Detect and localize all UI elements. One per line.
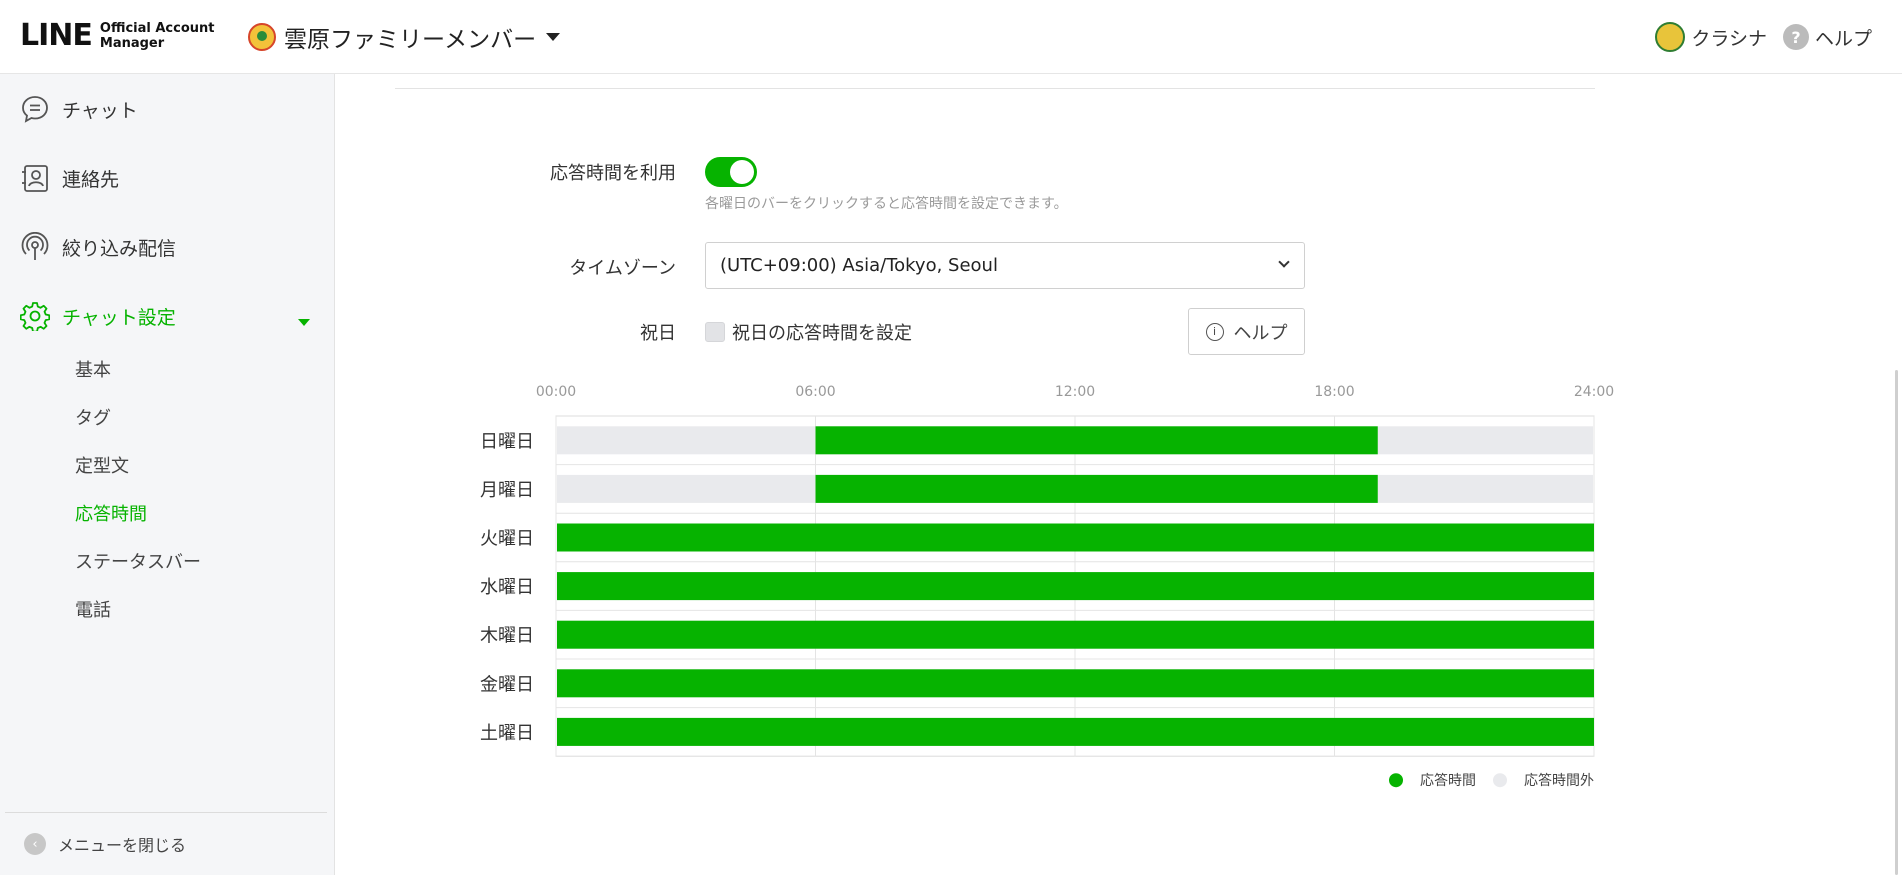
response-hours-bar[interactable] (557, 572, 1594, 601)
x-tick-label: 24:00 (1574, 384, 1614, 400)
x-tick-label: 00:00 (536, 384, 576, 400)
x-tick-label: 18:00 (1314, 384, 1354, 400)
response-hours-bar[interactable] (815, 474, 1378, 503)
day-label: 日曜日 (480, 431, 534, 452)
day-label: 土曜日 (480, 723, 534, 744)
legend-label: 応答時間 (1420, 772, 1476, 789)
day-label: 月曜日 (480, 480, 534, 501)
legend-label: 応答時間外 (1524, 772, 1594, 789)
page-scrollbar[interactable] (1895, 370, 1898, 875)
response-hours-bar[interactable] (557, 669, 1594, 698)
legend-marker (1493, 773, 1507, 788)
response-hours-bar[interactable] (557, 717, 1594, 746)
day-label: 水曜日 (480, 577, 534, 598)
legend-marker (1389, 773, 1403, 788)
response-hours-bar[interactable] (815, 426, 1378, 455)
day-label: 木曜日 (480, 626, 534, 647)
day-label: 火曜日 (480, 529, 534, 550)
x-tick-label: 06:00 (795, 384, 835, 400)
response-hours-chart: 00:00 06:00 12:00 18:00 24:00 日曜日月曜日火曜日水曜日木曜日… (480, 384, 1614, 789)
day-label: 金曜日 (480, 674, 534, 695)
response-hours-bar[interactable] (557, 523, 1594, 552)
x-tick-label: 12:00 (1055, 384, 1095, 400)
response-hours-bar[interactable] (557, 620, 1594, 649)
